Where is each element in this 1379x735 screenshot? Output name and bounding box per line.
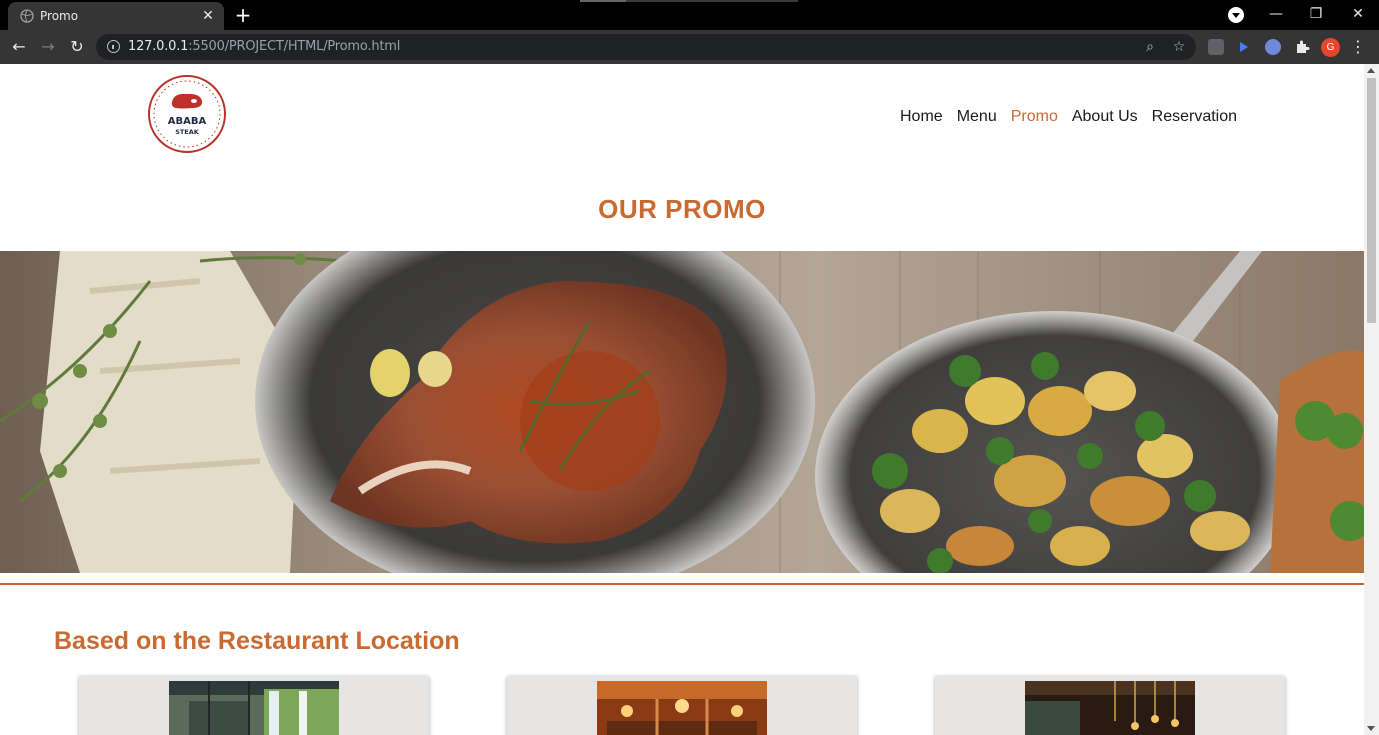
section-heading: Based on the Restaurant Location bbox=[54, 627, 460, 655]
minimize-button[interactable]: — bbox=[1256, 0, 1296, 30]
scroll-up-arrow-icon[interactable] bbox=[1367, 68, 1375, 73]
logo-text-ababa: ABABA bbox=[168, 116, 207, 127]
restaurant-garden-image bbox=[169, 681, 339, 735]
page-scrollbar[interactable] bbox=[1364, 64, 1379, 735]
restaurant-chandelier-image bbox=[1025, 681, 1195, 735]
nav-reservation[interactable]: Reservation bbox=[1152, 108, 1237, 126]
page-title: OUR PROMO bbox=[598, 194, 766, 224]
page-viewport: ABABA STEAK Home Menu Promo About Us Res… bbox=[0, 64, 1364, 735]
nav-home[interactable]: Home bbox=[900, 108, 943, 126]
zoom-icon[interactable]: ⌕ bbox=[1140, 37, 1160, 57]
browser-tab[interactable]: Promo ✕ bbox=[8, 2, 224, 30]
tab-title: Promo bbox=[40, 9, 79, 23]
location-card[interactable] bbox=[79, 676, 429, 735]
close-window-button[interactable]: ✕ bbox=[1338, 0, 1378, 30]
hero-steak-image bbox=[0, 251, 1364, 573]
reload-icon[interactable]: ↻ bbox=[67, 37, 87, 57]
location-card[interactable] bbox=[507, 676, 857, 735]
profile-avatar[interactable]: G bbox=[1321, 38, 1340, 57]
scroll-thumb[interactable] bbox=[1367, 78, 1376, 323]
restaurant-warm-dining-image bbox=[597, 681, 767, 735]
tab-search-icon[interactable] bbox=[1228, 7, 1244, 23]
forward-arrow-icon[interactable]: → bbox=[38, 37, 58, 57]
extension-discord-icon[interactable] bbox=[1265, 39, 1281, 55]
address-bar[interactable]: 127.0.0.1:5500/PROJECT/HTML/Promo.html ⌕… bbox=[96, 34, 1196, 60]
nav-menu[interactable]: Menu bbox=[957, 108, 997, 126]
browser-toolbar: ← → ↻ 127.0.0.1:5500/PROJECT/HTML/Promo.… bbox=[0, 30, 1379, 64]
browser-tab-strip: Promo ✕ + — ❐ ✕ bbox=[0, 0, 1379, 30]
browser-menu-icon[interactable]: ⋮ bbox=[1350, 37, 1366, 57]
extension-play-icon[interactable] bbox=[1236, 39, 1252, 55]
info-icon[interactable] bbox=[107, 40, 120, 53]
nav-promo[interactable]: Promo bbox=[1011, 108, 1058, 126]
url-text[interactable]: 127.0.0.1:5500/PROJECT/HTML/Promo.html bbox=[128, 39, 400, 54]
section-divider bbox=[0, 583, 1364, 585]
extensions-puzzle-icon[interactable] bbox=[1294, 39, 1310, 55]
nav-about-us[interactable]: About Us bbox=[1072, 108, 1138, 126]
extension-translate-icon[interactable] bbox=[1208, 39, 1224, 55]
window-drag-indicator bbox=[580, 0, 798, 2]
location-card[interactable] bbox=[935, 676, 1285, 735]
main-nav: Home Menu Promo About Us Reservation bbox=[900, 108, 1251, 126]
logo-text-steak: STEAK bbox=[175, 128, 200, 136]
new-tab-button[interactable]: + bbox=[233, 5, 253, 25]
tab-close-icon[interactable]: ✕ bbox=[200, 8, 216, 24]
back-arrow-icon[interactable]: ← bbox=[9, 37, 29, 57]
scroll-down-arrow-icon[interactable] bbox=[1367, 726, 1375, 731]
bookmark-star-icon[interactable]: ☆ bbox=[1169, 37, 1189, 57]
ababa-steak-logo[interactable]: ABABA STEAK bbox=[148, 75, 226, 153]
globe-icon bbox=[20, 9, 34, 23]
restore-button[interactable]: ❐ bbox=[1296, 0, 1336, 30]
